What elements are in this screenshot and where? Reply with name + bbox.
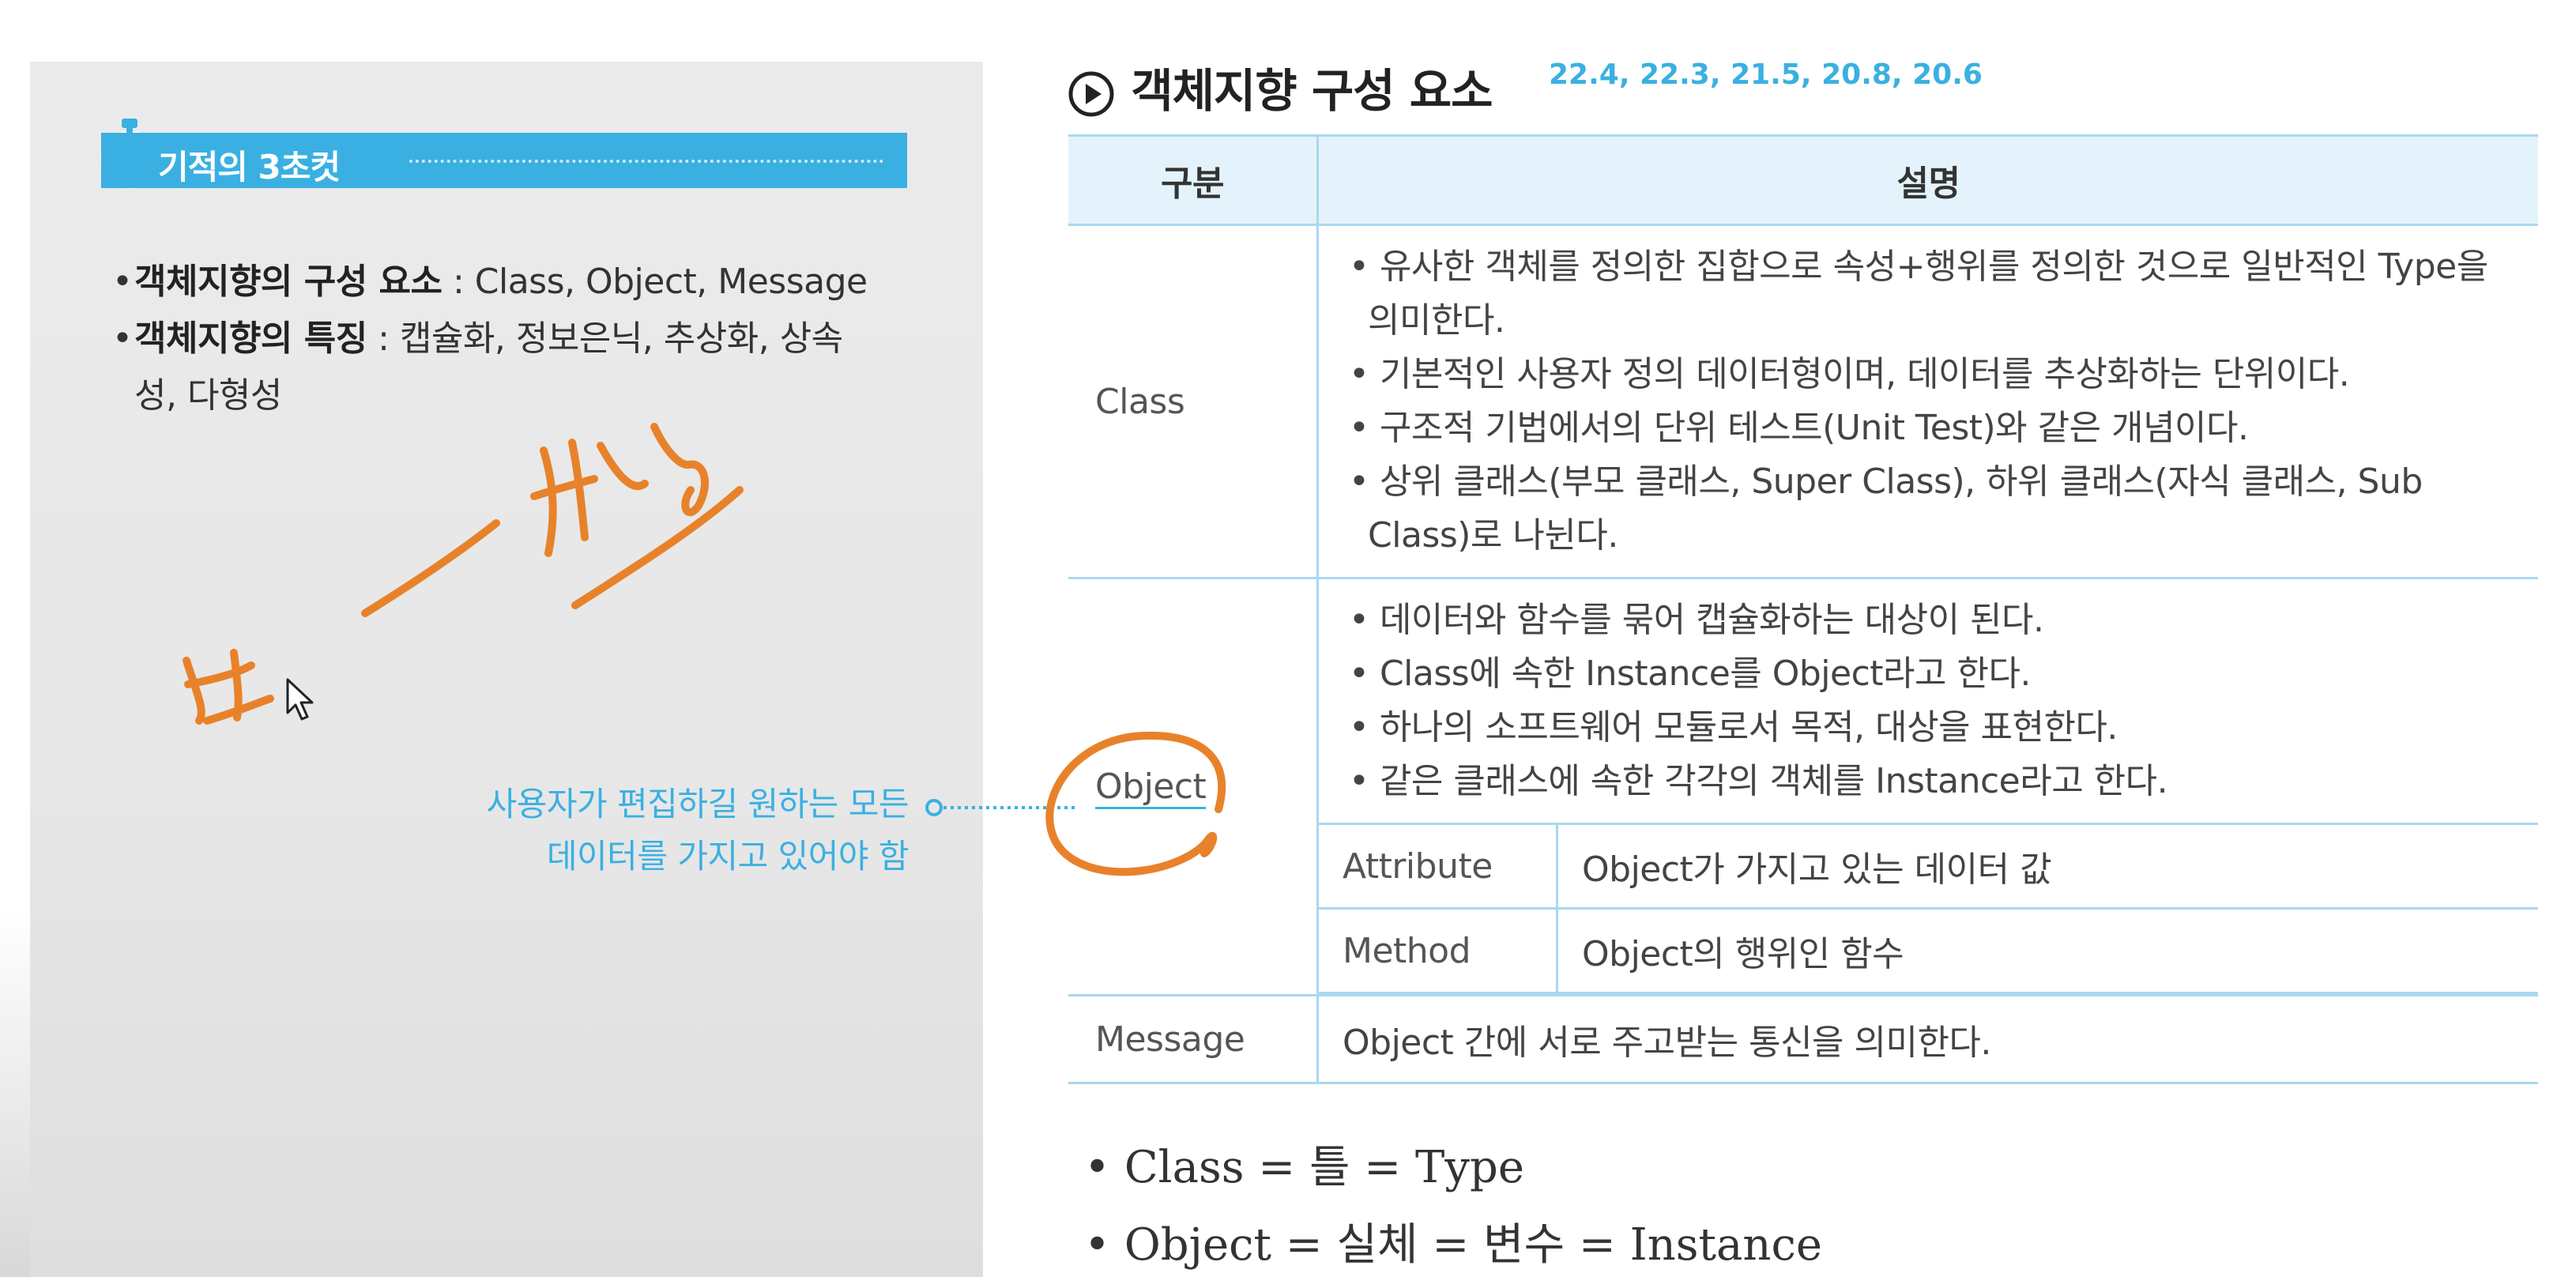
object-item: • 같은 클래스에 속한 각각의 객체를 Instance라고 한다. [1349,761,2168,801]
table-header-row: 구분 설명 [1068,134,2538,226]
attribute-row: Attribute Object가 가지고 있는 데이터 값 [1319,823,2538,910]
mouse-cursor-icon [286,678,314,721]
summary-item-features-cont: 성, 다형성 [134,367,282,417]
section-title-text: 객체지향 구성 요소 [1131,64,1493,118]
attribute-label: Attribute [1319,823,1558,910]
section-title: 객체지향 구성 요소 [1067,54,1493,120]
summary-term: 객체지향의 특징 [134,318,367,359]
exam-versions: 22.4, 22.3, 21.5, 20.8, 20.6 [1549,58,1983,91]
lecture-slide: 기적의 3초컷 •객체지향의 구성 요소 : Class, Object, Me… [0,0,2576,1277]
play-circle-icon [1068,71,1114,117]
table-row-object: Object • 데이터와 함수를 묶어 캡슐화하는 대상이 된다. • Cla… [1068,577,2538,996]
class-item: • 상위 클래스(부모 클래스, Super Class), 하위 클래스(자식… [1349,461,2423,556]
formula-class: • Class = 틀 = Type [1084,1142,1524,1193]
header-category: 구분 [1068,134,1319,226]
message-value: Object 간에 서로 주고받는 통신을 의미한다. [1317,994,2538,1084]
attribute-value: Object가 가지고 있는 데이터 값 [1557,823,2538,910]
row-label-object: Object [1068,577,1319,996]
object-items: • 데이터와 함수를 묶어 캡슐화하는 대상이 된다. • Class에 속한 … [1319,579,2538,823]
class-item: • 구조적 기법에서의 단위 테스트(Unit Test)와 같은 개념이다. [1349,408,2249,448]
banner-title: 기적의 3초컷 [158,148,341,186]
summary-term: 객체지향의 구성 요소 [134,262,443,302]
edge-shade [0,909,30,1277]
method-value: Object의 행위인 함수 [1557,907,2538,994]
object-description: • 데이터와 함수를 묶어 캡슐화하는 대상이 된다. • Class에 속한 … [1317,577,2538,996]
object-item: • 하나의 소프트웨어 모듈로서 목적, 대상을 표현한다. [1349,707,2118,748]
method-label: Method [1319,907,1558,994]
summary-item-features: •객체지향의 특징 : 캡슐화, 정보은닉, 추상화, 상속 [112,318,843,359]
table-row-class: Class • 유사한 객체를 정의한 집합으로 속성+행위를 정의한 것으로 … [1068,224,2538,579]
tip-banner: 기적의 3초컷 [101,133,907,188]
method-row: Method Object의 행위인 함수 [1319,907,2538,994]
object-item: • 데이터와 함수를 묶어 캡슐화하는 대상이 된다. [1349,600,2044,640]
summary-detail: 성, 다형성 [134,375,282,416]
row-label-message: Message [1068,994,1319,1084]
table-row-message: Message Object 간에 서로 주고받는 통신을 의미한다. [1068,994,2538,1084]
header-description: 설명 [1317,134,2538,226]
class-item: • 기본적인 사용자 정의 데이터형이며, 데이터를 추상화하는 단위이다. [1349,354,2350,394]
summary-detail: : 캡슐화, 정보은닉, 추상화, 상속 [367,318,843,359]
summary-panel [30,62,983,1277]
object-subtable: Attribute Object가 가지고 있는 데이터 값 Method Ob… [1319,823,2538,994]
banner-dots [409,160,883,163]
annotation-line-2: 데이터를 가지고 있어야 함 [546,837,910,876]
object-label: Object [1095,767,1207,809]
annotation-line-1: 사용자가 편집하길 원하는 모든 [486,785,910,823]
object-item: • Class에 속한 Instance를 Object라고 한다. [1349,654,2031,694]
annotation-connector [925,799,1078,816]
class-item: • 유사한 객체를 정의한 집합으로 속성+행위를 정의한 것으로 일반적인 T… [1349,247,2488,341]
class-description: • 유사한 객체를 정의한 집합으로 속성+행위를 정의한 것으로 일반적인 T… [1317,224,2538,579]
row-label-class: Class [1068,224,1319,579]
components-table: 구분 설명 Class • 유사한 객체를 정의한 집합으로 속성+행위를 정의… [1068,134,2538,1084]
formula-object: • Object = 실체 = 변수 = Instance [1084,1219,1822,1271]
summary-detail: : Class, Object, Message [442,262,868,302]
summary-item-components: •객체지향의 구성 요소 : Class, Object, Message [112,262,868,302]
